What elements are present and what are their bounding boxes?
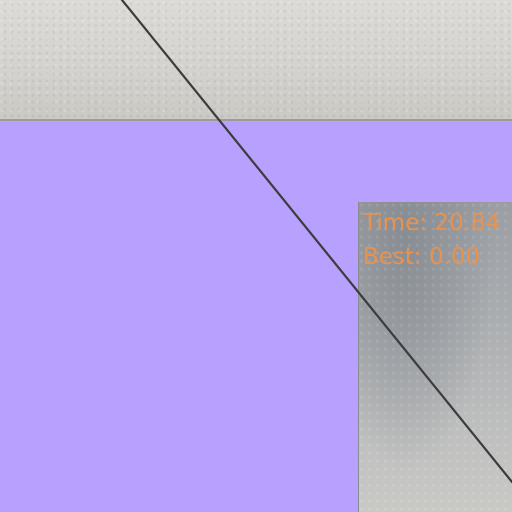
time-readout: Time: 20.84 xyxy=(363,210,501,236)
game-scene[interactable]: Time: 20.84 Best: 0.00 xyxy=(0,0,512,512)
ceiling-wall xyxy=(0,0,512,121)
hud-panel: Time: 20.84 Best: 0.00 xyxy=(358,202,512,512)
best-readout: Best: 0.00 xyxy=(363,244,481,270)
